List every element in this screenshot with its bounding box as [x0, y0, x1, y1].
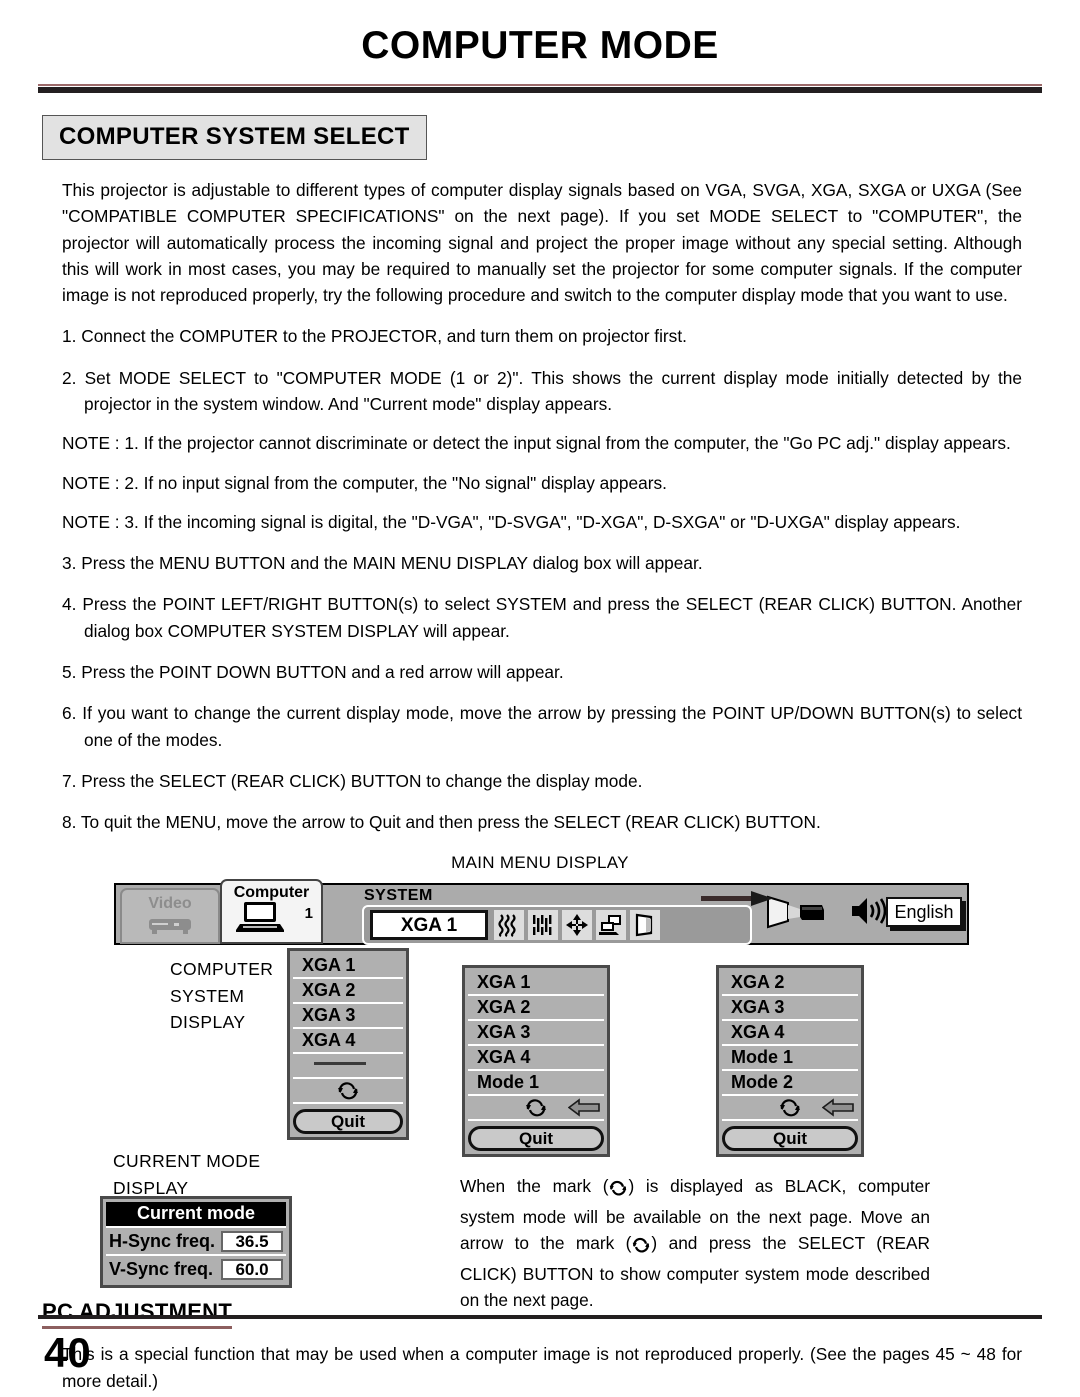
position-arrows-icon[interactable] [562, 910, 592, 941]
list-item[interactable]: XGA 3 [722, 996, 858, 1022]
quit-button[interactable]: Quit [293, 1109, 403, 1135]
list-item-cycle-mark[interactable] [468, 1096, 604, 1122]
step-8: 8. To quit the MENU, move the arrow to Q… [62, 812, 821, 833]
list-item[interactable]: Mode 1 [722, 1046, 858, 1072]
list-item[interactable]: XGA 1 [293, 954, 403, 980]
list-item[interactable]: XGA 4 [293, 1029, 403, 1055]
pc-adjust-icon[interactable] [596, 910, 626, 941]
note-3: NOTE : 3. If the incoming signal is digi… [62, 511, 961, 532]
list-item[interactable]: XGA 4 [468, 1046, 604, 1072]
quit-button[interactable]: Quit [722, 1126, 858, 1152]
step-3: 3. Press the MENU BUTTON and the MAIN ME… [62, 553, 703, 574]
v-sync-label: V-Sync freq. [109, 1258, 214, 1279]
quit-button[interactable]: Quit [468, 1126, 604, 1152]
red-pointer-arrow-icon [822, 1098, 854, 1117]
pc-adjustment-body: This is a special function that may be u… [62, 1344, 1022, 1391]
h-sync-label: H-Sync freq. [109, 1230, 216, 1251]
page-number: 40 [44, 1329, 91, 1376]
page-title: COMPUTER MODE [361, 24, 719, 67]
cycle-mark-icon [778, 1097, 802, 1122]
list-item[interactable]: XGA 2 [293, 979, 403, 1005]
projector-icon[interactable] [766, 893, 828, 929]
fine-sync-icon[interactable] [528, 910, 558, 941]
caption-main-menu-display: MAIN MENU DISPLAY [451, 853, 629, 873]
caption-current-mode-display: CURRENT MODE DISPLAY [113, 1151, 261, 1198]
language-button[interactable]: English [886, 897, 962, 928]
computer-system-list-box-2: XGA 1 XGA 2 XGA 3 XGA 4 Mode 1 Quit [462, 965, 610, 1158]
list-item-empty [293, 1054, 403, 1080]
list-item[interactable]: XGA 3 [468, 1021, 604, 1047]
cycle-mark-icon [336, 1080, 360, 1105]
note-1: NOTE : 1. If the projector cannot discri… [62, 433, 1011, 454]
red-pointer-arrow-icon [568, 1098, 600, 1117]
tab-video-label: Video [148, 895, 192, 913]
computer-system-display-box: XGA 1 XGA 2 XGA 3 XGA 4 Quit [287, 948, 409, 1141]
step-5: 5. Press the POINT DOWN BUTTON and a red… [62, 661, 564, 682]
v-sync-value: 60.0 [221, 1258, 283, 1280]
explanation-part-1: When the mark ( [460, 1176, 609, 1197]
main-menu-bar: Video Computer 1 SYSTEM XGA 1 English [114, 879, 969, 946]
menubar-right-icons [766, 893, 892, 929]
list-item[interactable]: XGA 3 [293, 1004, 403, 1030]
list-item[interactable]: XGA 2 [468, 996, 604, 1022]
system-selected-value[interactable]: XGA 1 [370, 910, 488, 941]
cycle-mark-icon [524, 1097, 548, 1122]
footer-divider [38, 1315, 1042, 1319]
system-icon-row [494, 910, 660, 941]
cycle-mark-explanation: When the mark () is displayed as BLACK, … [460, 1173, 930, 1313]
menu-diagram: MAIN MENU DISPLAY Video Computer 1 SYSTE… [38, 853, 1042, 1310]
computer-system-list-box-3: XGA 2 XGA 3 XGA 4 Mode 1 Mode 2 Quit [716, 965, 864, 1158]
tab-computer-label: Computer [233, 884, 310, 902]
system-panel: XGA 1 [362, 905, 752, 946]
section-heading-computer-system-select: COMPUTER SYSTEM SELECT [42, 115, 427, 160]
h-sync-value: 36.5 [221, 1230, 283, 1252]
wave-pattern-icon[interactable] [494, 910, 524, 941]
cycle-mark-icon [631, 1234, 651, 1260]
step-7: 7. Press the SELECT (REAR CLICK) BUTTON … [62, 770, 643, 791]
list-item[interactable]: XGA 1 [468, 971, 604, 997]
step-4: 4. Press the POINT LEFT/RIGHT BUTTON(s) … [62, 594, 1022, 641]
current-mode-box: Current mode H-Sync freq. 36.5 V-Sync fr… [100, 1196, 292, 1289]
list-item[interactable]: XGA 4 [722, 1021, 858, 1047]
header-divider [38, 84, 1042, 93]
note-2: NOTE : 2. If no input signal from the co… [62, 472, 667, 493]
screen-image-icon[interactable] [630, 910, 660, 941]
system-label: SYSTEM [364, 887, 433, 905]
cycle-mark-icon [608, 1177, 628, 1203]
video-deck-icon [149, 919, 191, 935]
v-sync-row: V-Sync freq. 60.0 [106, 1254, 286, 1282]
step-6: 6. If you want to change the current dis… [62, 703, 1022, 750]
intro-paragraph: This projector is adjustable to differen… [62, 180, 1022, 306]
step-1: 1. Connect the COMPUTER to the PROJECTOR… [62, 326, 687, 347]
header-divider-dark-line [38, 87, 1042, 93]
header-divider-red-line [38, 84, 1042, 86]
list-item-cycle-mark[interactable] [722, 1096, 858, 1122]
h-sync-row: H-Sync freq. 36.5 [106, 1226, 286, 1254]
step-2: 2. Set MODE SELECT to "COMPUTER MODE (1 … [62, 367, 1022, 414]
list-item[interactable]: Mode 1 [468, 1071, 604, 1097]
list-item-cycle-mark[interactable] [293, 1079, 403, 1105]
pc-adjustment-content: This is a special function that may be u… [38, 1341, 1042, 1394]
laptop-icon [236, 902, 284, 933]
tab-video[interactable]: Video [120, 888, 220, 945]
tab-computer[interactable]: Computer 1 [220, 879, 323, 945]
current-mode-title: Current mode [106, 1202, 286, 1227]
list-item[interactable]: Mode 2 [722, 1071, 858, 1097]
list-item[interactable]: XGA 2 [722, 971, 858, 997]
flow-arrow-icon [701, 891, 773, 907]
caption-computer-system-display: COMPUTER SYSTEM DISPLAY [170, 959, 274, 1032]
content-area: This projector is adjustable to differen… [38, 177, 1042, 1310]
tab-computer-number: 1 [304, 905, 313, 923]
